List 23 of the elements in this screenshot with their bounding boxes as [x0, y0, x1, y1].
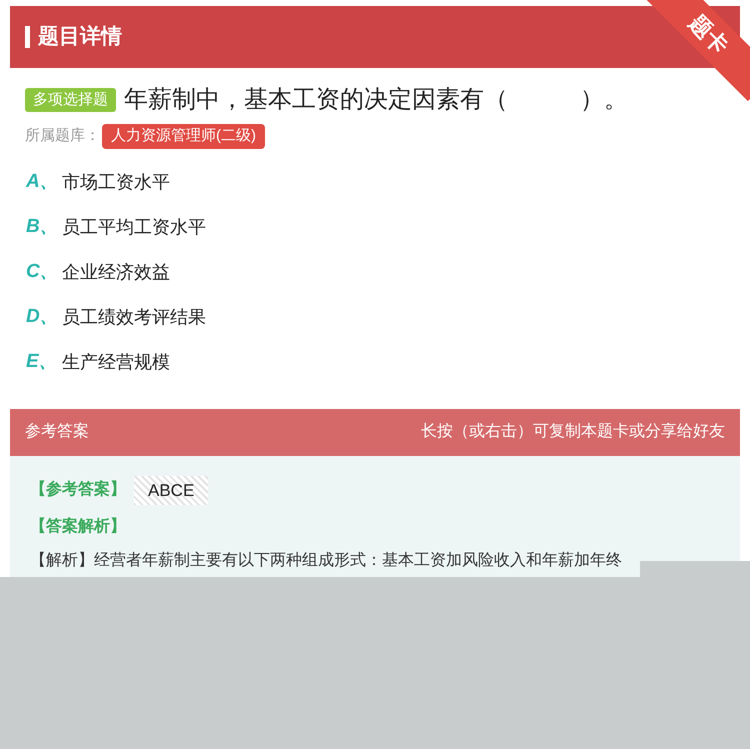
analysis-text: 【解析】经营者年薪制主要有以下两种组成形式：基本工资加风险收入和年薪加年终	[30, 552, 622, 569]
header-title: 题目详情	[38, 24, 122, 50]
answer-section-title: 参考答案	[25, 421, 89, 442]
option-text: 员工平均工资水平	[62, 216, 206, 239]
question-text: 年薪制中，基本工资的决定因素有（ ）。	[124, 85, 628, 115]
bank-label: 所属题库：	[25, 126, 100, 146]
option-text: 员工绩效考评结果	[62, 306, 206, 329]
option-letter: A、	[26, 170, 50, 194]
option-text: 生产经营规模	[62, 351, 170, 374]
option-text: 企业经济效益	[62, 261, 170, 284]
answer-value: ABCE	[134, 476, 208, 505]
accent-bar	[25, 26, 30, 48]
bank-tag: 人力资源管理师(二级)	[102, 124, 265, 148]
ribbon-label: 题卡	[684, 8, 734, 60]
analysis-label: 【答案解析】	[30, 518, 126, 535]
question-type-badge: 多项选择题	[25, 88, 116, 112]
option-text: 市场工资水平	[62, 171, 170, 194]
answer-label: 【参考答案】	[30, 479, 126, 500]
option-letter: C、	[26, 260, 50, 284]
option-letter: B、	[26, 215, 50, 240]
option-letter: E、	[26, 350, 50, 374]
option-letter: D、	[26, 305, 50, 330]
share-hint: 长按（或右击）可复制本题卡或分享给好友	[421, 422, 725, 442]
